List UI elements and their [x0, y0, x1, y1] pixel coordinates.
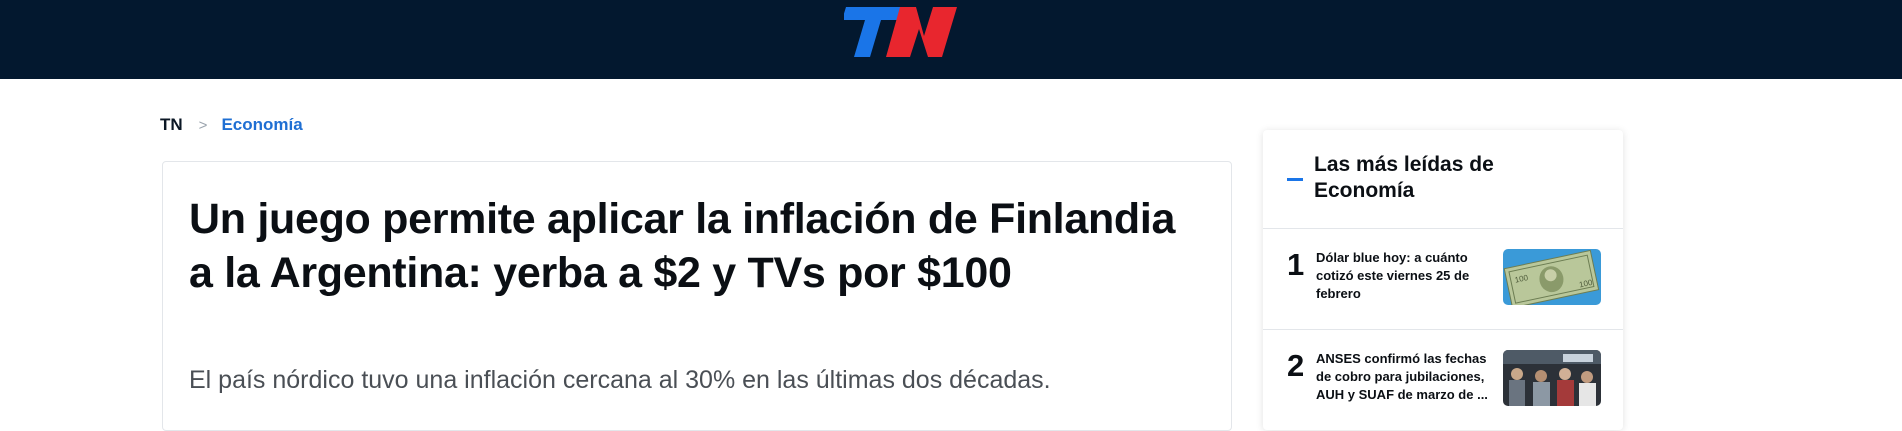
most-read-title: Las más leídas de Economía: [1314, 153, 1494, 202]
item-title-link[interactable]: ANSES confirmó las fechas de cobro para …: [1316, 350, 1496, 404]
article-card: Un juego permite aplicar la inflación de…: [162, 161, 1232, 431]
tn-logo-icon: [842, 7, 957, 57]
most-read-item[interactable]: 1 Dólar blue hoy: a cuánto cotizó este v…: [1263, 229, 1623, 329]
breadcrumb: TN > Economía: [160, 115, 303, 135]
tn-logo[interactable]: [842, 6, 960, 58]
item-title-link[interactable]: Dólar blue hoy: a cuánto cotizó este vie…: [1316, 249, 1496, 303]
most-read-widget: Las más leídas de Economía 1 Dólar blue …: [1263, 130, 1623, 430]
item-rank: 1: [1287, 247, 1305, 282]
breadcrumb-section-link[interactable]: Economía: [221, 115, 302, 135]
breadcrumb-home-link[interactable]: TN: [160, 115, 183, 135]
breadcrumb-separator: >: [198, 116, 208, 134]
item-rank: 2: [1287, 348, 1305, 383]
article-headline: Un juego permite aplicar la inflación de…: [189, 195, 1176, 297]
article-subtitle: El país nórdico tuvo una inflación cerca…: [189, 366, 1051, 394]
people-queue-photo-icon[interactable]: [1503, 350, 1601, 406]
site-header: [0, 0, 1902, 79]
section-accent-bar: [1287, 178, 1303, 181]
banknotes-photo-icon[interactable]: 100 100: [1503, 249, 1601, 305]
most-read-item[interactable]: 2 ANSES confirmó las fechas de cobro par…: [1263, 330, 1623, 430]
